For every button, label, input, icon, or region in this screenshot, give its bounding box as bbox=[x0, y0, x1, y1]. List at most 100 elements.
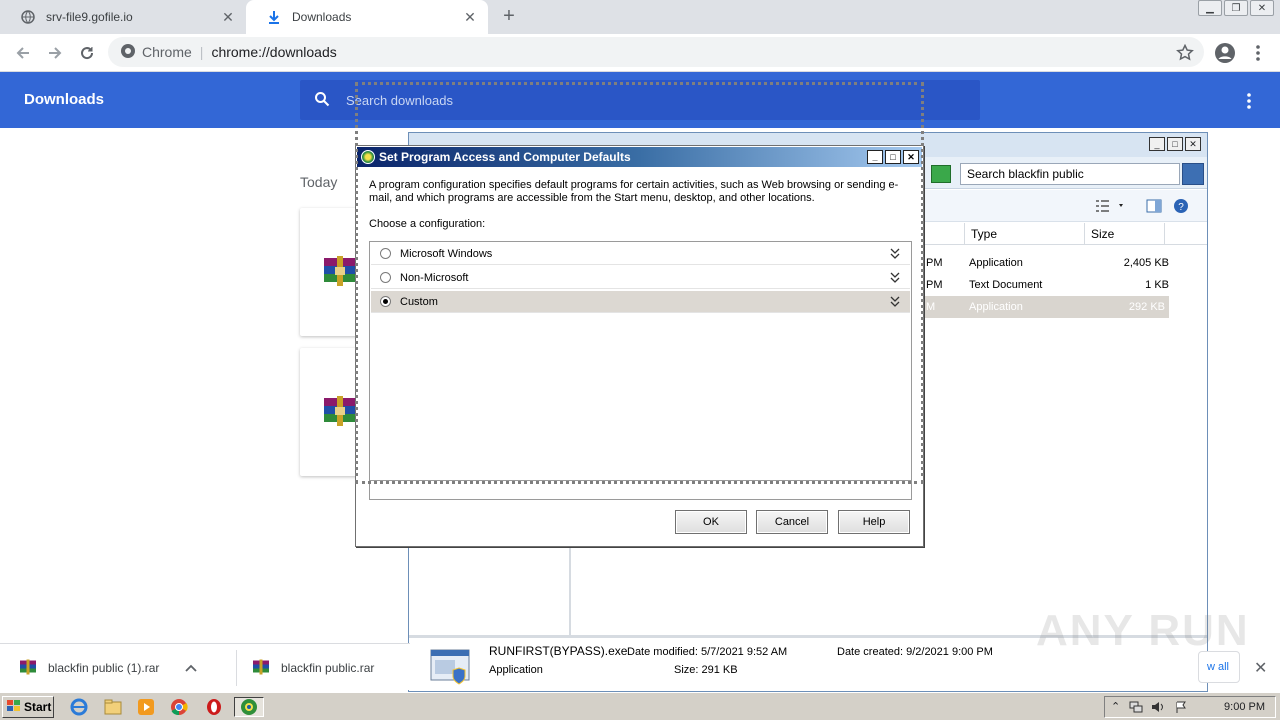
media-player-icon[interactable] bbox=[135, 697, 157, 717]
chevron-down-icon[interactable] bbox=[890, 270, 900, 284]
configuration-label: Non-Microsoft bbox=[400, 272, 469, 284]
winrar-archive-icon bbox=[324, 396, 356, 426]
omnibox-separator: | bbox=[199, 44, 204, 60]
configuration-custom[interactable]: Custom bbox=[371, 291, 910, 313]
details-filename: RUNFIRST(BYPASS).exe bbox=[489, 644, 628, 658]
close-icon[interactable]: ✕ bbox=[1254, 658, 1267, 678]
configuration-list: Microsoft Windows Non-Microsoft Custom bbox=[369, 241, 912, 481]
refresh-icon[interactable] bbox=[931, 165, 951, 183]
explorer-window-controls: _ □ ✕ bbox=[1149, 137, 1201, 151]
downloads-search[interactable] bbox=[300, 80, 980, 120]
svg-text:?: ? bbox=[1178, 202, 1184, 213]
details-date-created: Date created: 9/2/2021 9:00 PM bbox=[837, 646, 993, 658]
active-chrome-task[interactable] bbox=[234, 697, 264, 717]
dialog-title: Set Program Access and Computer Defaults bbox=[379, 150, 631, 164]
row-size: 1 KB bbox=[1145, 279, 1169, 291]
file-explorer-icon[interactable] bbox=[102, 697, 124, 717]
help-button[interactable]: Help bbox=[838, 510, 910, 534]
chrome-taskbar-icon[interactable] bbox=[168, 697, 190, 717]
column-header-type[interactable]: Type bbox=[965, 223, 1085, 244]
downloads-header: Downloads bbox=[0, 72, 1280, 128]
file-thumbnail-icon bbox=[429, 646, 473, 689]
winrar-archive-icon bbox=[253, 659, 269, 678]
configuration-microsoft-windows[interactable]: Microsoft Windows bbox=[371, 243, 910, 265]
row-type: Text Document bbox=[969, 279, 1043, 291]
set-program-access-dialog: Set Program Access and Computer Defaults… bbox=[355, 145, 924, 547]
file-row-selected[interactable]: M Application 292 KB bbox=[921, 296, 1169, 318]
dialog-window-controls: _ □ ✕ bbox=[867, 150, 919, 164]
globe-icon bbox=[20, 9, 36, 25]
column-header-date[interactable] bbox=[921, 223, 965, 244]
more-actions-icon[interactable] bbox=[1246, 92, 1252, 110]
tab-title: Downloads bbox=[292, 10, 352, 24]
radio-button[interactable] bbox=[380, 248, 391, 259]
row-type: Application bbox=[969, 257, 1023, 269]
details-date-modified: Date modified: 5/7/2021 9:52 AM bbox=[627, 646, 788, 658]
configuration-non-microsoft[interactable]: Non-Microsoft bbox=[371, 267, 910, 289]
anyrun-watermark: ANY RUN bbox=[1036, 606, 1250, 655]
address-bar[interactable]: Chrome | chrome://downloads bbox=[108, 37, 1204, 67]
close-icon[interactable]: ✕ bbox=[220, 9, 236, 25]
close-icon[interactable]: ✕ bbox=[462, 9, 478, 25]
dialog-description: A program configuration specifies defaul… bbox=[369, 179, 899, 204]
url-text: chrome://downloads bbox=[211, 44, 337, 60]
details-size: Size: 291 KB bbox=[674, 664, 738, 676]
start-button[interactable]: Start bbox=[2, 696, 54, 718]
cancel-button[interactable]: Cancel bbox=[756, 510, 828, 534]
search-input[interactable] bbox=[346, 92, 946, 108]
shelf-item[interactable]: blackfin public.rar bbox=[253, 654, 374, 682]
window-controls: ▁ ❐ ✕ bbox=[1198, 0, 1274, 16]
column-header-size[interactable]: Size bbox=[1085, 223, 1165, 244]
restore-button[interactable]: ❐ bbox=[1224, 0, 1248, 16]
bookmark-star-icon[interactable] bbox=[1176, 43, 1194, 65]
chevron-down-icon[interactable] bbox=[890, 246, 900, 260]
help-icon[interactable]: ? bbox=[1173, 198, 1189, 217]
chevron-down-icon[interactable] bbox=[890, 294, 900, 308]
details-kind: Application bbox=[489, 664, 543, 676]
shelf-item[interactable]: blackfin public (1).rar bbox=[20, 654, 198, 682]
file-row[interactable]: PM Application 2,405 KB bbox=[921, 252, 1169, 274]
row-time: PM bbox=[926, 279, 943, 291]
volume-icon[interactable] bbox=[1151, 701, 1165, 716]
tab-gofile[interactable]: srv-file9.gofile.io ✕ bbox=[0, 0, 246, 34]
internet-explorer-icon[interactable] bbox=[68, 697, 90, 717]
browser-toolbar: Chrome | chrome://downloads bbox=[0, 34, 1280, 72]
date-section-heading: Today bbox=[300, 174, 338, 190]
file-row[interactable]: PM Text Document 1 KB bbox=[921, 274, 1169, 296]
opera-icon[interactable] bbox=[203, 697, 225, 717]
back-button[interactable] bbox=[12, 42, 34, 64]
preview-pane-icon[interactable] bbox=[1146, 198, 1162, 217]
chrome-menu-icon[interactable] bbox=[1252, 44, 1264, 62]
forward-button[interactable] bbox=[44, 42, 66, 64]
close-window-button[interactable]: ✕ bbox=[1250, 0, 1274, 16]
radio-button-selected[interactable] bbox=[380, 296, 391, 307]
search-icon[interactable] bbox=[1182, 163, 1204, 185]
minimize-button[interactable]: ▁ bbox=[1198, 0, 1222, 16]
row-size: 2,405 KB bbox=[1123, 257, 1169, 269]
winrar-archive-icon bbox=[324, 256, 356, 286]
maximize-button[interactable]: □ bbox=[885, 150, 901, 164]
maximize-button[interactable]: □ bbox=[1167, 137, 1183, 151]
radio-button[interactable] bbox=[380, 272, 391, 283]
minimize-button[interactable]: _ bbox=[867, 150, 883, 164]
new-tab-button[interactable]: + bbox=[498, 6, 520, 28]
chevron-up-icon[interactable] bbox=[185, 661, 198, 675]
explorer-search-input[interactable]: Search blackfin public bbox=[960, 163, 1180, 185]
flag-icon[interactable] bbox=[1175, 701, 1187, 716]
network-icon[interactable] bbox=[1129, 701, 1143, 716]
windows-logo-icon bbox=[7, 699, 21, 715]
profile-avatar-icon[interactable] bbox=[1214, 42, 1236, 64]
row-time: PM bbox=[926, 257, 943, 269]
tab-downloads[interactable]: Downloads ✕ bbox=[246, 0, 488, 34]
close-window-button[interactable]: ✕ bbox=[1185, 137, 1201, 151]
ok-button[interactable]: OK bbox=[675, 510, 747, 534]
tray-expand-icon[interactable]: ⌃ bbox=[1111, 700, 1120, 713]
close-window-button[interactable]: ✕ bbox=[903, 150, 919, 164]
row-size: 292 KB bbox=[1128, 301, 1165, 313]
view-options-icon[interactable] bbox=[1095, 199, 1125, 216]
taskbar-clock: 9:00 PM bbox=[1224, 701, 1265, 713]
page-title: Downloads bbox=[24, 91, 105, 108]
shelf-divider bbox=[236, 650, 237, 686]
reload-button[interactable] bbox=[76, 42, 98, 64]
minimize-button[interactable]: _ bbox=[1149, 137, 1165, 151]
